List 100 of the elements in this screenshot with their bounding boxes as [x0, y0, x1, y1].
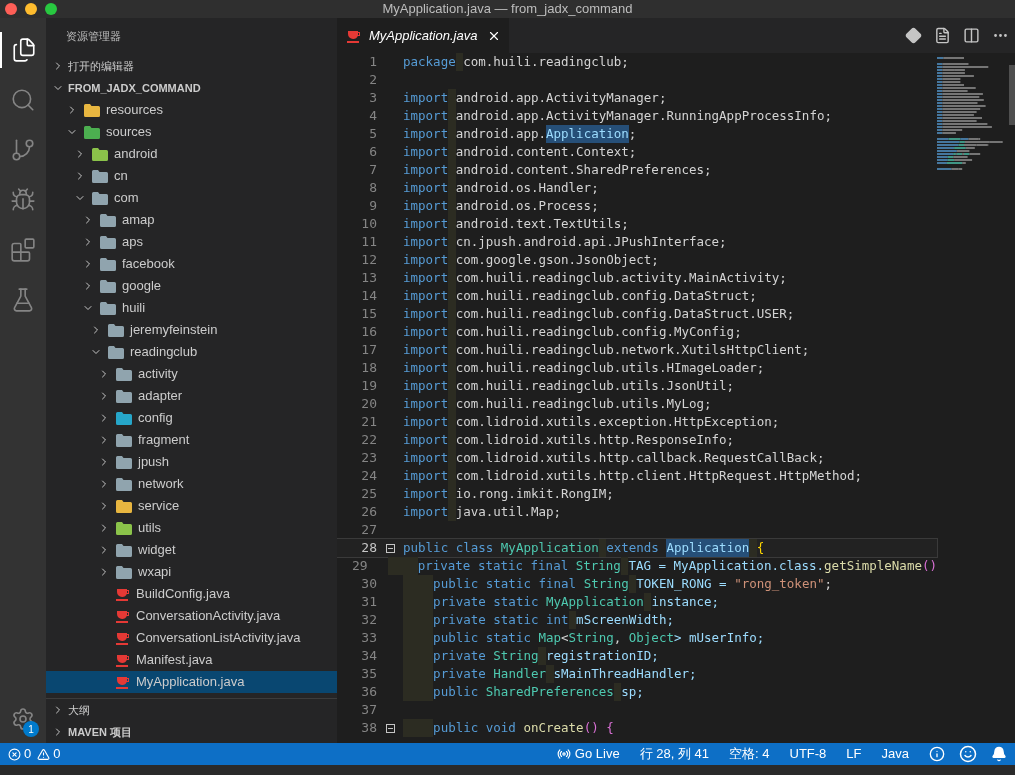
code-token: java.util.Map;	[455, 502, 562, 521]
line-number: 15	[360, 305, 377, 324]
section-header[interactable]: FROM_JADX_COMMAND	[46, 77, 337, 99]
bell-icon[interactable]	[991, 746, 1007, 762]
tree-item[interactable]: Manifest.java	[46, 649, 337, 671]
tree-item[interactable]: google	[46, 275, 337, 297]
line-number: 22	[360, 431, 377, 450]
code-token: import	[403, 160, 449, 179]
code-token: import	[403, 394, 449, 413]
split-editor-icon[interactable]	[963, 27, 980, 44]
code-token: com.google.gson.JsonObject;	[455, 250, 659, 269]
tree-item[interactable]: adapter	[46, 385, 337, 407]
line-number: 25	[360, 485, 377, 504]
status-item[interactable]: LF	[846, 744, 862, 764]
warning-icon[interactable]	[37, 747, 51, 761]
status-item[interactable]: Go Live	[574, 744, 620, 764]
code-token: public static final	[433, 574, 578, 593]
info-icon[interactable]	[929, 746, 945, 762]
line-number: 36	[360, 683, 377, 702]
status-item[interactable]: Java	[881, 744, 909, 764]
code-token: sMainThreadHandler;	[553, 664, 697, 683]
code-token: android.os.Handler;	[455, 178, 599, 197]
tree-item[interactable]: resources	[46, 99, 337, 121]
section-header[interactable]: 打开的编辑器	[46, 55, 337, 77]
tree-item[interactable]: fragment	[46, 429, 337, 451]
tree-item[interactable]: widget	[46, 539, 337, 561]
code-token: MyApplication	[500, 538, 599, 557]
code-token: registrationID;	[546, 646, 659, 665]
code-token: private static int	[433, 610, 569, 629]
code-token: import	[403, 412, 449, 431]
code-token: Handler	[493, 664, 546, 683]
tree-item[interactable]: utils	[46, 517, 337, 539]
code-token: com.lidroid.xutils.http.client.HttpRequest.HttpMethod;	[455, 466, 863, 485]
editor-tab[interactable]: MyApplication.java	[337, 18, 509, 53]
line-number: 6	[368, 143, 377, 162]
tree-item[interactable]: wxapi	[46, 561, 337, 583]
cup-icon	[116, 587, 130, 601]
line-number: 5	[368, 125, 377, 144]
code-token: import	[403, 250, 449, 269]
close-window-button[interactable]	[5, 3, 17, 15]
code-token: String	[568, 628, 614, 647]
cup-icon	[116, 653, 130, 667]
status-item[interactable]: 空格: 4	[729, 744, 770, 764]
tree-item[interactable]: android	[46, 143, 337, 165]
line-number: 34	[360, 647, 377, 666]
tree-item[interactable]: jeremyfeinstein	[46, 319, 337, 341]
code-token: public static	[433, 628, 532, 647]
minimize-window-button[interactable]	[25, 3, 37, 15]
error-count[interactable]: 0	[24, 744, 32, 764]
code-token: android.text.TextUtils;	[455, 214, 629, 233]
code-token: extends	[606, 538, 660, 557]
tree-item[interactable]: sources	[46, 121, 337, 143]
window-title: MyApplication.java — from_jadx_command	[382, 0, 633, 19]
tree-item[interactable]: ConversationActivity.java	[46, 605, 337, 627]
code-token: SharedPreferences	[485, 682, 614, 701]
tree-item[interactable]: amap	[46, 209, 337, 231]
code-token: com.huili.readingclub.config.DataStruct.USER;	[455, 304, 795, 323]
diamond-icon[interactable]	[905, 27, 922, 44]
tree-item[interactable]: ConversationListActivity.java	[46, 627, 337, 649]
status-item[interactable]: UTF-8	[789, 744, 827, 764]
tree-item[interactable]: cn	[46, 165, 337, 187]
tree-item[interactable]: MyApplication.java	[46, 671, 337, 693]
tree-item[interactable]: com	[46, 187, 337, 209]
code-token: com.huili.readingclub.utils.JsonUtil;	[455, 376, 735, 395]
code-token: import	[403, 502, 449, 521]
warning-count[interactable]: 0	[53, 744, 61, 764]
code-token: import	[403, 196, 449, 215]
code-token: android.app.ActivityManager;	[455, 88, 667, 107]
section-header[interactable]: 大纲	[46, 699, 337, 721]
fold-icon[interactable]	[385, 723, 395, 733]
tree-item[interactable]: config	[46, 407, 337, 429]
section-header[interactable]: MAVEN 项目	[46, 721, 337, 743]
tree-item[interactable]: activity	[46, 363, 337, 385]
code-token: ;	[628, 124, 637, 143]
smiley-icon[interactable]	[959, 745, 977, 763]
tree-item[interactable]: huili	[46, 297, 337, 319]
tree-item[interactable]: service	[46, 495, 337, 517]
tree-item[interactable]: facebook	[46, 253, 337, 275]
broadcast-icon[interactable]	[556, 747, 571, 761]
code-token: com.huili.readingclub.config.MyConfig;	[455, 322, 742, 341]
status-item[interactable]: 行 28, 列 41	[639, 744, 710, 764]
line-number: 14	[360, 287, 377, 306]
tree-item[interactable]: readingclub	[46, 341, 337, 363]
fold-icon[interactable]	[385, 543, 395, 553]
tree-item[interactable]: BuildConfig.java	[46, 583, 337, 605]
maximize-window-button[interactable]	[45, 3, 57, 15]
tree-item[interactable]: jpush	[46, 451, 337, 473]
scrollbar-thumb[interactable]	[1009, 65, 1015, 125]
error-icon[interactable]	[8, 747, 21, 761]
code-token: mScreenWidth;	[576, 610, 674, 629]
document-icon[interactable]	[934, 27, 951, 44]
code-token: package	[403, 53, 456, 71]
line-number: 35	[360, 665, 377, 684]
tree-item[interactable]: network	[46, 473, 337, 495]
code-token: import	[403, 466, 449, 485]
code-token: > mUserInfo;	[673, 628, 765, 647]
code-token: com.lidroid.xutils.http.ResponseInfo;	[455, 430, 735, 449]
code-token: String	[583, 574, 629, 593]
tree-item[interactable]: aps	[46, 231, 337, 253]
code-token: import	[403, 178, 449, 197]
